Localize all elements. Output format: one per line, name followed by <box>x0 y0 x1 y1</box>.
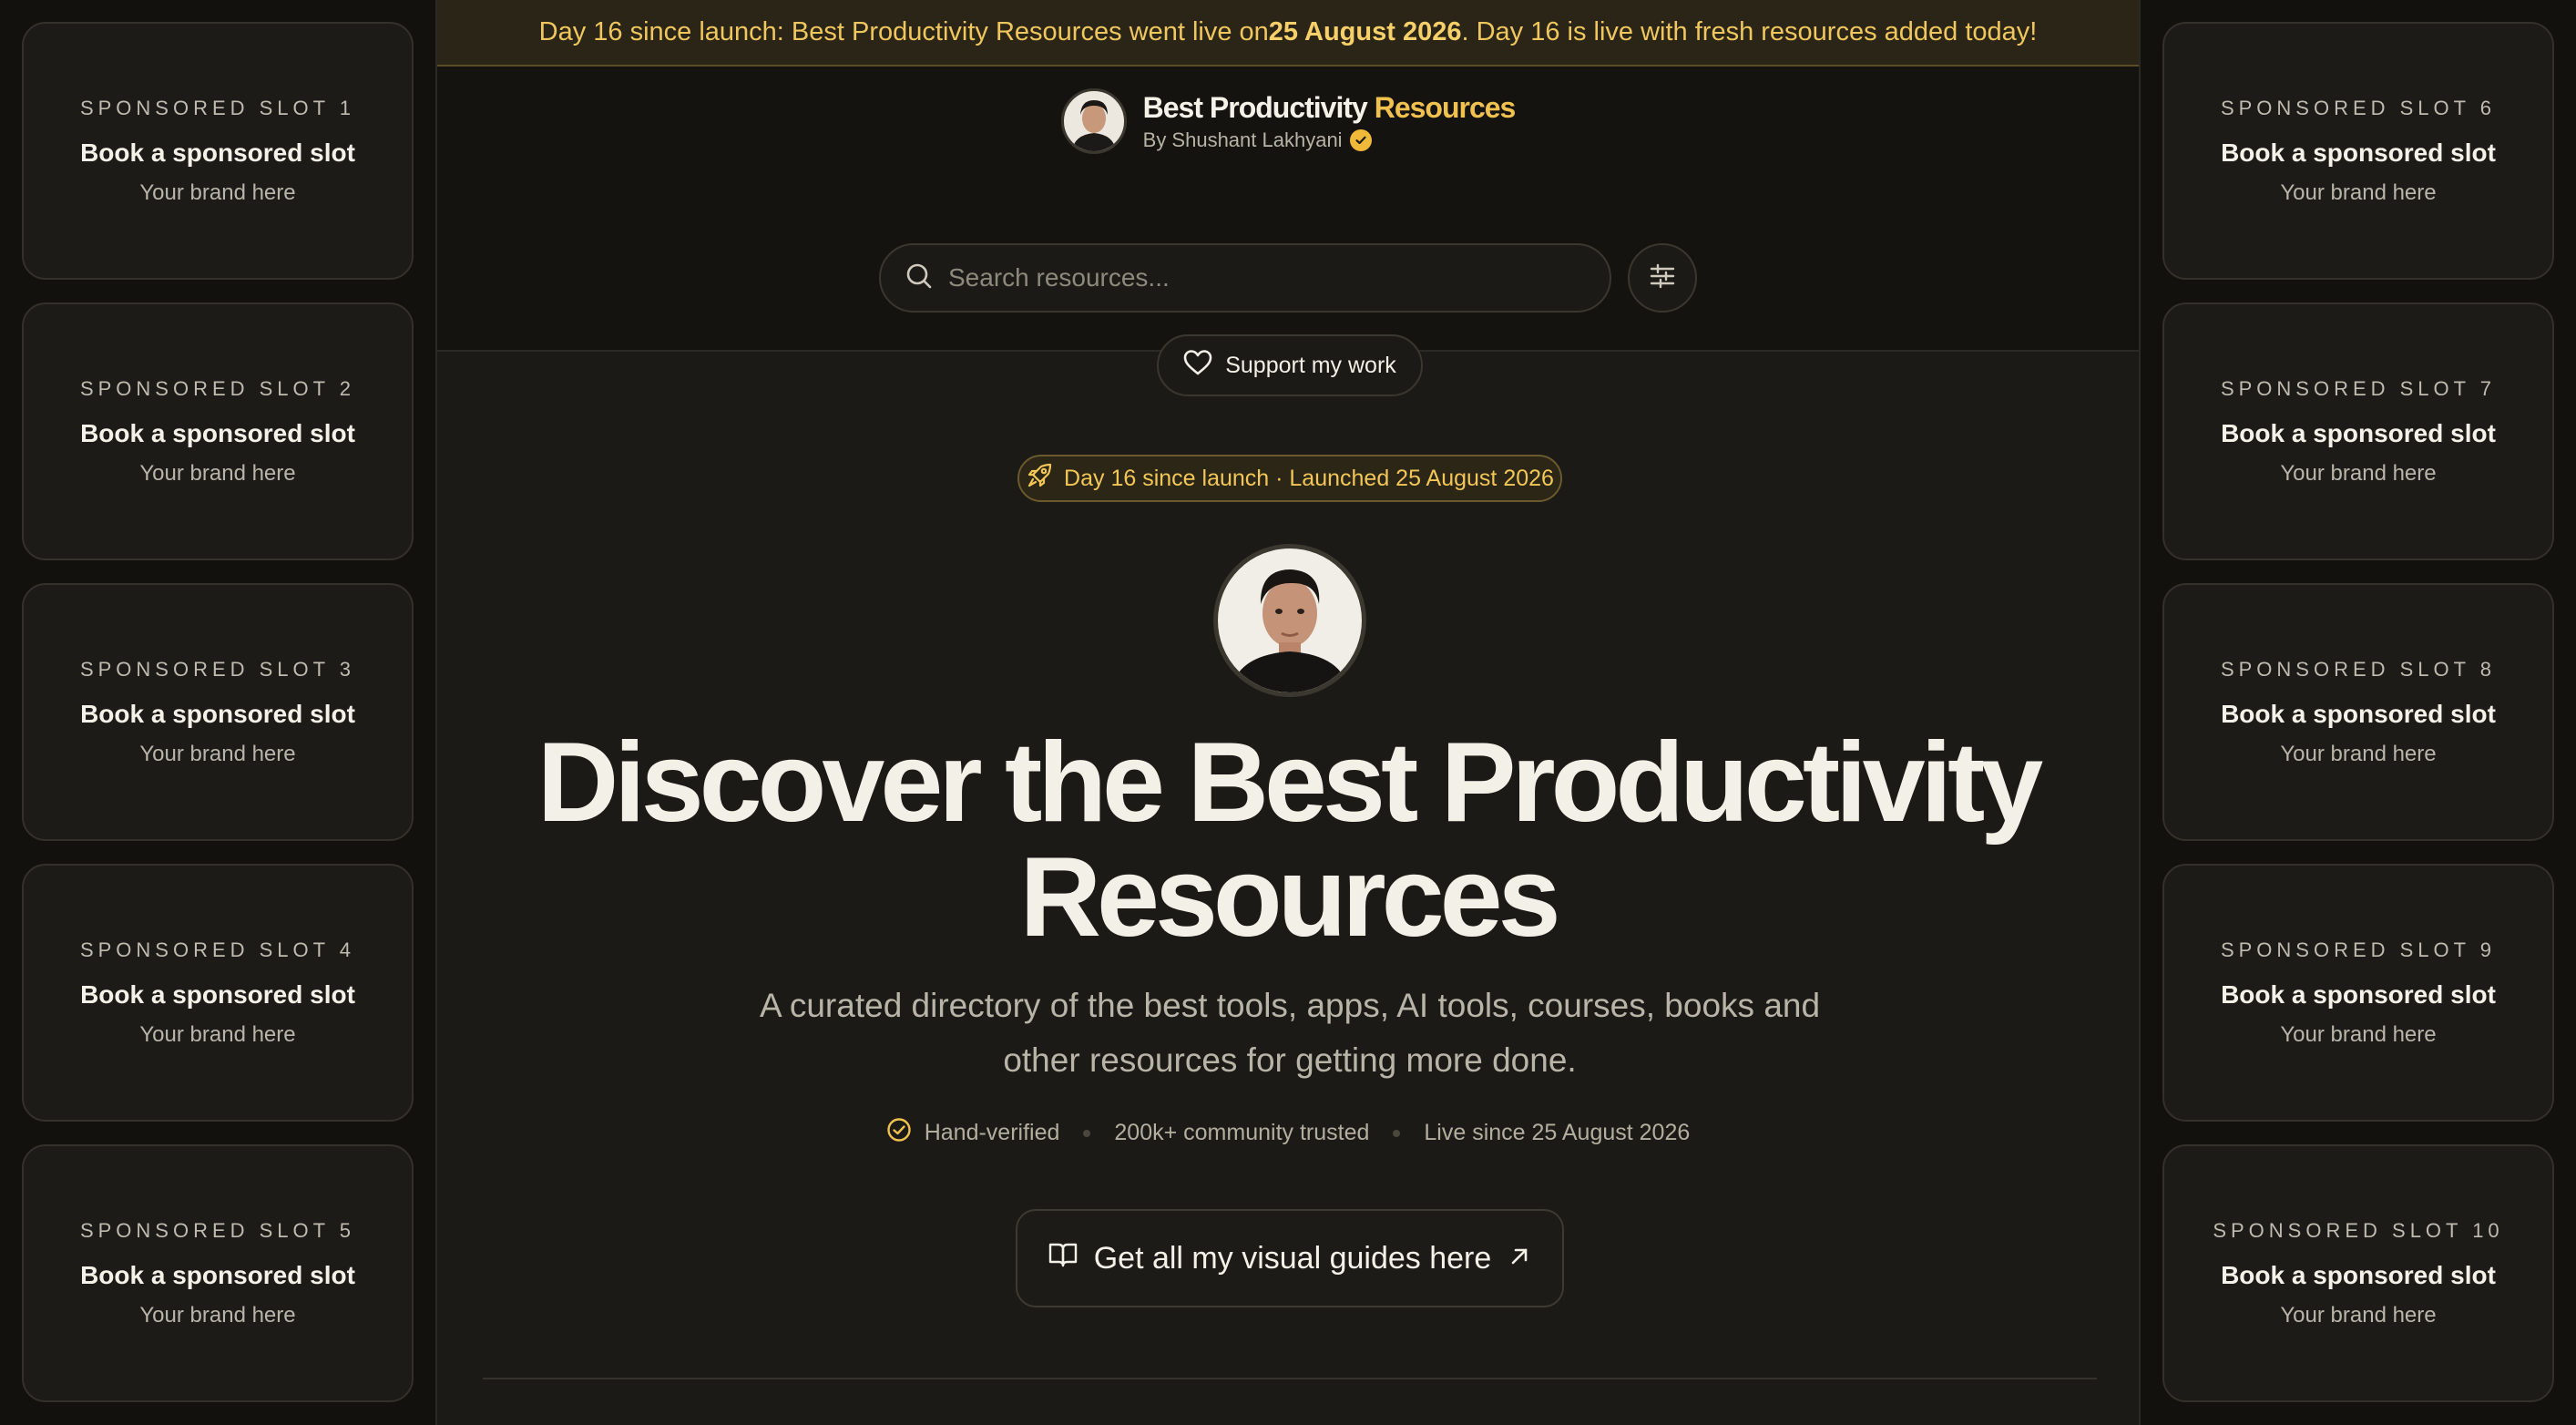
sponsor-slot-subtitle: Your brand here <box>139 1022 296 1047</box>
brand-byline: By Shushant Lakhyani <box>1143 128 1516 152</box>
page-title-line-1: Discover the Best Productivity <box>537 720 2044 846</box>
separator-dot <box>1083 1129 1091 1137</box>
sponsor-slot-kicker: SPONSORED SLOT 10 <box>2213 1219 2504 1242</box>
meta-community: 200k+ community trusted <box>1114 1120 1369 1146</box>
search-icon <box>905 261 934 295</box>
verified-badge-icon <box>1349 128 1372 151</box>
sponsor-slot-kicker: SPONSORED SLOT 8 <box>2220 658 2497 681</box>
sponsor-slot-title: Book a sponsored slot <box>2221 700 2496 728</box>
sliders-icon <box>1648 261 1677 295</box>
hero-section: Day 16 since launch · Launched 25 August… <box>437 352 2139 1423</box>
sponsor-slot-5[interactable]: SPONSORED SLOT 5 Book a sponsored slot Y… <box>22 1144 414 1402</box>
sponsor-slot-kicker: SPONSORED SLOT 4 <box>79 938 356 961</box>
launch-banner: Day 16 since launch: Best Productivity R… <box>437 0 2139 67</box>
section-divider <box>483 1378 2097 1379</box>
arrow-up-right-icon <box>1508 1241 1531 1276</box>
sponsor-slot-9[interactable]: SPONSORED SLOT 9 Book a sponsored slot Y… <box>2162 864 2554 1122</box>
sponsor-slot-title: Book a sponsored slot <box>80 419 355 447</box>
visual-guides-button[interactable]: Get all my visual guides here <box>1016 1209 1564 1307</box>
brand-name-main: Best Productivity <box>1142 90 1368 124</box>
banner-text-before: Day 16 since launch: Best Productivity R… <box>538 17 1269 46</box>
meta-label: Live since 25 August 2026 <box>1424 1120 1691 1145</box>
launch-pill: Day 16 since launch · Launched 25 August… <box>1017 455 1562 502</box>
brand-name-accent: Resources <box>1374 90 1517 124</box>
sponsor-slot-kicker: SPONSORED SLOT 1 <box>79 97 356 119</box>
avatar <box>1060 88 1127 154</box>
sponsor-slot-title: Book a sponsored slot <box>80 1261 355 1289</box>
page-title-line-2: Resources <box>1019 835 1560 960</box>
sponsor-slot-title: Book a sponsored slot <box>2221 980 2496 1009</box>
author-name: By Shushant Lakhyani <box>1142 128 1343 151</box>
main-column: Day 16 since launch: Best Productivity R… <box>435 0 2141 1425</box>
search-box <box>879 243 1611 313</box>
separator-dot <box>1393 1129 1401 1137</box>
meta-live-since: Live since 25 August 2026 <box>1424 1120 1690 1146</box>
trust-meta-row: Hand-verified 200k+ community trusted Li… <box>437 1117 2139 1149</box>
sponsor-slot-7[interactable]: SPONSORED SLOT 7 Book a sponsored slot Y… <box>2162 302 2554 560</box>
sponsor-slot-2[interactable]: SPONSORED SLOT 2 Book a sponsored slot Y… <box>22 302 414 560</box>
sponsor-slot-subtitle: Your brand here <box>2280 1303 2437 1328</box>
sponsor-slot-title: Book a sponsored slot <box>2221 138 2496 167</box>
check-circle-icon <box>886 1117 912 1149</box>
meta-label: Hand-verified <box>924 1120 1060 1145</box>
sponsor-slot-kicker: SPONSORED SLOT 7 <box>2220 377 2497 400</box>
sponsor-slot-kicker: SPONSORED SLOT 9 <box>2220 938 2497 961</box>
sponsor-slot-subtitle: Your brand here <box>2280 1022 2437 1047</box>
open-book-icon <box>1048 1241 1078 1276</box>
brand-name: Best Productivity Resources <box>1142 90 1517 125</box>
sponsor-slot-subtitle: Your brand here <box>2280 180 2437 205</box>
launch-pill-label: Day 16 since launch · Launched 25 August… <box>1064 465 1554 491</box>
sponsor-slot-title: Book a sponsored slot <box>2221 419 2496 447</box>
left-sponsor-column: SPONSORED SLOT 1 Book a sponsored slot Y… <box>0 0 435 1425</box>
sponsor-slot-kicker: SPONSORED SLOT 3 <box>79 658 356 681</box>
sponsor-slot-8[interactable]: SPONSORED SLOT 8 Book a sponsored slot Y… <box>2162 583 2554 841</box>
hero-subtitle: A curated directory of the best tools, a… <box>759 987 1821 1079</box>
sponsor-slot-subtitle: Your brand here <box>139 742 296 766</box>
search-row <box>437 243 2139 313</box>
search-input[interactable] <box>948 263 1586 292</box>
brand[interactable]: Best Productivity Resources By Shushant … <box>437 88 2139 154</box>
sponsor-slot-kicker: SPONSORED SLOT 2 <box>79 377 356 400</box>
sponsor-slot-1[interactable]: SPONSORED SLOT 1 Book a sponsored slot Y… <box>22 22 414 280</box>
rocket-icon <box>1026 462 1053 496</box>
filter-button[interactable] <box>1628 243 1697 313</box>
hero-avatar <box>1213 544 1366 697</box>
right-sponsor-column: SPONSORED SLOT 6 Book a sponsored slot Y… <box>2141 0 2576 1425</box>
sponsor-slot-kicker: SPONSORED SLOT 6 <box>2220 97 2497 119</box>
sponsor-slot-kicker: SPONSORED SLOT 5 <box>79 1219 356 1242</box>
meta-hand-verified: Hand-verified <box>886 1117 1060 1149</box>
site-header: Best Productivity Resources By Shushant … <box>437 67 2139 396</box>
banner-text-after: . Day 16 is live with fresh resources ad… <box>1461 17 2038 46</box>
sponsor-slot-subtitle: Your brand here <box>139 180 296 205</box>
visual-guides-label: Get all my visual guides here <box>1093 1240 1492 1276</box>
sponsor-slot-title: Book a sponsored slot <box>80 700 355 728</box>
sponsor-slot-4[interactable]: SPONSORED SLOT 4 Book a sponsored slot Y… <box>22 864 414 1122</box>
sponsor-slot-subtitle: Your brand here <box>2280 742 2437 766</box>
meta-label: 200k+ community trusted <box>1114 1120 1370 1145</box>
sponsor-slot-3[interactable]: SPONSORED SLOT 3 Book a sponsored slot Y… <box>22 583 414 841</box>
sponsor-slot-subtitle: Your brand here <box>139 1303 296 1328</box>
sponsor-slot-title: Book a sponsored slot <box>80 138 355 167</box>
sponsor-slot-title: Book a sponsored slot <box>2221 1261 2496 1289</box>
sponsor-slot-10[interactable]: SPONSORED SLOT 10 Book a sponsored slot … <box>2162 1144 2554 1402</box>
sponsor-slot-subtitle: Your brand here <box>139 461 296 486</box>
sponsor-slot-title: Book a sponsored slot <box>80 980 355 1009</box>
sponsor-slot-subtitle: Your brand here <box>2280 461 2437 486</box>
banner-date: 25 August 2026 <box>1268 17 1462 46</box>
sponsor-slot-6[interactable]: SPONSORED SLOT 6 Book a sponsored slot Y… <box>2162 22 2554 280</box>
page-title: Discover the Best Productivity Resources <box>437 725 2139 955</box>
